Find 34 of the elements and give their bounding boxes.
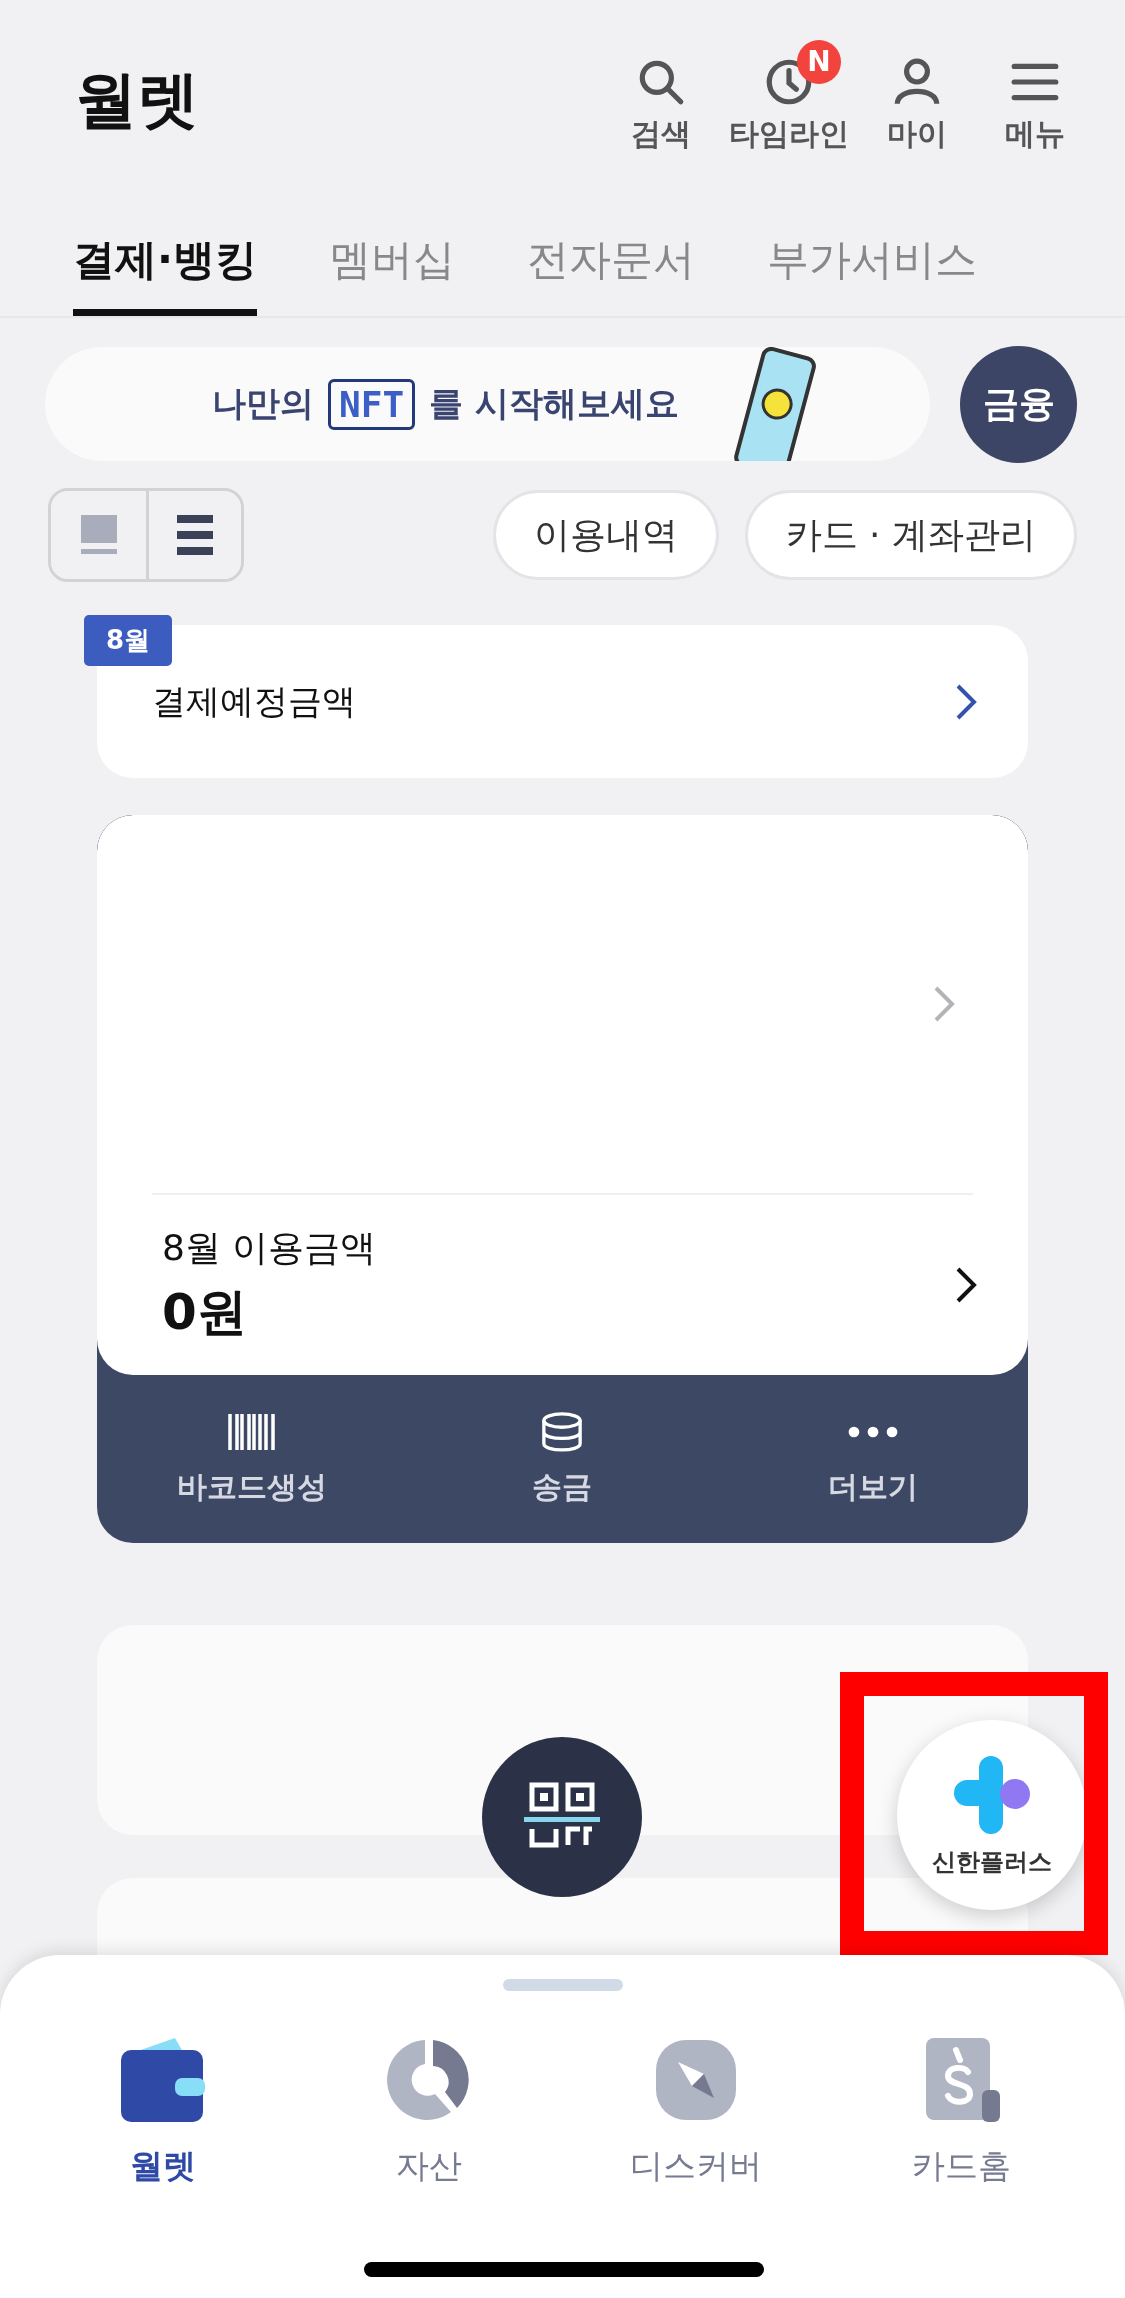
month-badge: 8월 [84, 615, 173, 666]
quick-action-button[interactable]: 더보기 [717, 1375, 1028, 1543]
header-action-button[interactable]: 검색 [611, 55, 711, 155]
more-icon [847, 1425, 898, 1438]
quick-action-button[interactable]: 송금 [407, 1375, 718, 1543]
chip-button[interactable]: 카드 · 계좌관리 [744, 490, 1077, 580]
banner-text: 나만의 [212, 382, 315, 425]
card-view-icon [80, 515, 117, 555]
pie-chart-icon [387, 2038, 472, 2122]
chevron-right-icon[interactable] [954, 1265, 978, 1305]
header-action-button[interactable]: 메뉴 [985, 55, 1085, 155]
list-view-icon [177, 515, 213, 555]
banner-text: 를 시작해보세요 [429, 382, 679, 425]
wallet-icon [121, 2038, 206, 2122]
nav-item[interactable]: 디스커버 [562, 2037, 829, 2190]
nav-item[interactable]: 월렛 [30, 2037, 297, 2190]
view-toggle[interactable] [48, 488, 244, 582]
chevron-right-icon [932, 984, 956, 1024]
header-action-button[interactable]: 마이 [867, 55, 967, 155]
usage-label: 8월 이용금액 [162, 1226, 377, 1270]
nav-item[interactable]: 자산 [296, 2037, 563, 2190]
chip-button[interactable]: 이용내역 [492, 490, 719, 580]
finance-button[interactable]: 금융 [960, 345, 1077, 463]
new-badge: N [797, 39, 841, 84]
usage-amount: 0원 [162, 1282, 248, 1343]
quick-action-button[interactable]: 바코드생성 [97, 1375, 408, 1543]
payment-due-label: 결제예정금액 [152, 679, 356, 723]
nft-tag: NFT [328, 378, 416, 430]
promo-banner[interactable]: 나만의 NFT 를 시작해보세요 [45, 347, 930, 461]
view-option[interactable] [146, 491, 241, 579]
drag-handle[interactable] [502, 1979, 623, 1991]
nav-item[interactable]: 카드홈 [828, 2037, 1095, 2190]
page-title: 월렛 [75, 62, 199, 138]
tab[interactable]: 결제·뱅킹 [73, 210, 257, 316]
